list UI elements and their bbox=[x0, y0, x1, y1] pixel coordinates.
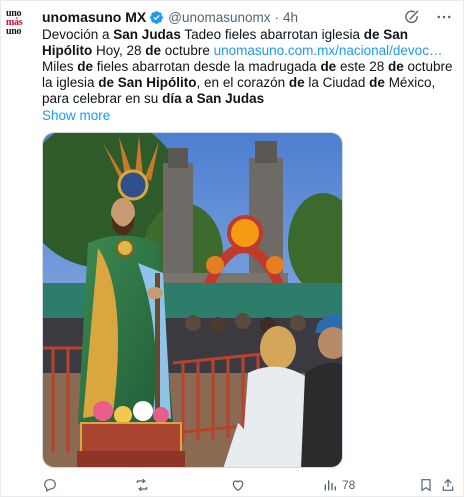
show-more-link[interactable]: Show more bbox=[42, 108, 454, 124]
text-segment: Tadeo fieles abarrotan iglesia bbox=[180, 27, 364, 42]
tweet-photo[interactable] bbox=[42, 132, 343, 468]
handle[interactable]: @unomasunomx bbox=[168, 10, 270, 25]
retweet-icon bbox=[136, 478, 148, 492]
tweet-actions: 78 bbox=[42, 475, 454, 495]
bold-text: de bbox=[369, 75, 385, 90]
display-name[interactable]: unomasuno MX bbox=[42, 9, 146, 25]
like-button[interactable] bbox=[230, 477, 246, 493]
text-segment: , en el corazón bbox=[196, 75, 289, 90]
text-segment: este 28 bbox=[336, 59, 388, 74]
tweet-text: Devoción a San Judas Tadeo fieles abarro… bbox=[42, 27, 454, 124]
views-count: 78 bbox=[342, 478, 356, 492]
timestamp[interactable]: 4h bbox=[283, 10, 298, 25]
tweet-card[interactable]: uno más uno unomasuno MX @unomasunomx · … bbox=[0, 0, 464, 497]
bookmark-button[interactable] bbox=[418, 477, 434, 493]
article-link[interactable]: unomasuno.com.mx/nacional/devoc… bbox=[214, 43, 443, 58]
text-segment: la Ciudad bbox=[304, 75, 370, 90]
text-segment: Devoción a bbox=[42, 27, 114, 42]
bold-text: de San Hipólito bbox=[98, 75, 197, 90]
retweet-button[interactable] bbox=[134, 477, 150, 493]
avatar-text-line-3: uno bbox=[6, 26, 22, 37]
bold-text: de bbox=[288, 75, 305, 90]
bold-text: de bbox=[145, 43, 162, 58]
bold-text: de bbox=[320, 59, 337, 74]
reply-button[interactable] bbox=[42, 477, 58, 493]
views-button[interactable]: 78 bbox=[322, 477, 355, 493]
share-button[interactable] bbox=[440, 477, 456, 493]
more-icon[interactable] bbox=[435, 8, 453, 26]
header-actions bbox=[403, 8, 453, 26]
bold-text: San Judas bbox=[113, 27, 181, 42]
tweet-header: unomasuno MX @unomasunomx · 4h bbox=[42, 8, 298, 26]
bold-text: de bbox=[388, 59, 404, 74]
text-segment: Hoy, 28 bbox=[92, 43, 146, 58]
grok-icon[interactable] bbox=[403, 8, 421, 26]
reply-icon bbox=[44, 479, 56, 493]
views-icon bbox=[324, 480, 336, 491]
separator-dot: · bbox=[274, 9, 280, 25]
bold-text: de bbox=[77, 59, 94, 74]
verified-badge-icon bbox=[149, 10, 164, 25]
tweet-paragraph-2: Miles de fieles abarrotan desde la madru… bbox=[42, 59, 454, 107]
avatar[interactable]: uno más uno bbox=[6, 9, 36, 39]
like-icon bbox=[232, 480, 244, 492]
photo-san-judas-procession bbox=[43, 133, 342, 467]
bold-text: día a San Judas bbox=[162, 91, 265, 106]
tweet-paragraph-1: Devoción a San Judas Tadeo fieles abarro… bbox=[42, 27, 454, 59]
bookmark-icon bbox=[421, 479, 431, 492]
share-icon bbox=[442, 478, 454, 491]
text-segment: Miles bbox=[42, 59, 78, 74]
text-segment: octubre bbox=[161, 43, 214, 58]
text-segment: fieles abarrotan desde la madrugada bbox=[93, 59, 321, 74]
